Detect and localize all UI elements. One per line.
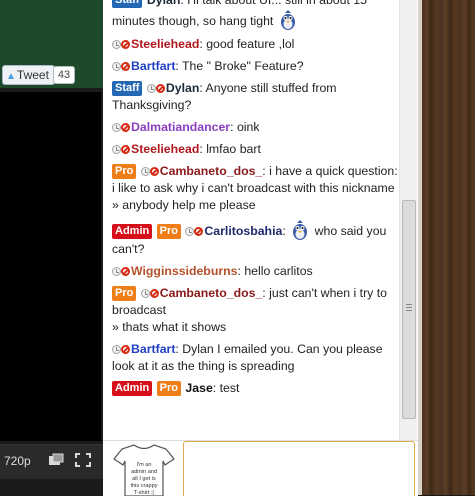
chat-username[interactable]: Steeliehead	[131, 142, 199, 156]
admin-badge: Admin	[112, 381, 153, 396]
chat-messages: Staff Dylan: Hi talk about UI... still i…	[112, 0, 399, 402]
clock-icon[interactable]	[112, 267, 121, 276]
ban-icon[interactable]	[149, 167, 159, 176]
ban-icon[interactable]	[121, 345, 130, 354]
chat-username[interactable]: Bartfart	[131, 342, 175, 356]
chat-username[interactable]: Dylan	[166, 81, 200, 95]
chat-message: Admin Pro Carlitosbahia: who said you ca…	[112, 219, 399, 258]
chat-username[interactable]: Carlitosbahia	[204, 224, 282, 238]
chat-message: Staff Dylan: Hi talk about UI... still i…	[112, 0, 399, 31]
player-controls: 720p	[0, 444, 103, 479]
video-player[interactable]	[0, 92, 101, 441]
chat-message: Bartfart: Dylan I emailed you. Can you p…	[112, 342, 383, 373]
clock-icon[interactable]	[140, 167, 150, 176]
chat-message: Dalmatiandancer: oink	[112, 119, 399, 136]
chat-username[interactable]: Cambaneto_dos_	[160, 164, 263, 178]
chat-message: Admin Pro Jase: test	[112, 380, 399, 397]
staff-badge: Staff	[112, 0, 143, 8]
ban-icon[interactable]	[121, 145, 130, 154]
twitter-bird-icon: ▲	[6, 71, 16, 82]
scrollbar-thumb[interactable]	[402, 200, 416, 419]
clock-icon[interactable]	[140, 289, 150, 298]
clock-icon[interactable]	[112, 345, 121, 354]
quality-selector[interactable]: 720p	[4, 454, 31, 468]
chat-followup: » anybody help me please	[112, 198, 256, 212]
chat-username[interactable]: Dylan	[147, 0, 181, 7]
chat-text: The " Broke" Feature?	[182, 59, 304, 73]
chat-message: Steeliehead: good feature ,lol	[112, 36, 399, 53]
popout-icon[interactable]	[48, 453, 64, 467]
tshirt-icon: I'm an admin and all I get is this crapp…	[113, 444, 175, 496]
svg-text:admin and: admin and	[131, 469, 157, 475]
ban-icon[interactable]	[121, 40, 130, 49]
chat-username[interactable]: Wigginssideburns	[131, 264, 237, 278]
ban-icon[interactable]	[121, 267, 130, 276]
svg-text:all I get is: all I get is	[132, 476, 156, 482]
svg-text:I'm an: I'm an	[136, 462, 151, 468]
pro-badge: Pro	[112, 164, 137, 179]
ban-icon[interactable]	[149, 289, 159, 298]
chat-message: Bartfart: The " Broke" Feature?	[112, 58, 399, 75]
chat-text: test	[219, 381, 240, 395]
pro-badge: Pro	[156, 381, 181, 396]
pro-badge: Pro	[112, 286, 137, 301]
clock-icon[interactable]	[146, 84, 156, 93]
chat-username[interactable]: Steeliehead	[131, 37, 199, 51]
chat-text: Anyone still stuffed from Thanksgiving?	[112, 81, 337, 112]
tweet-button[interactable]: ▲Tweet	[2, 65, 55, 85]
clock-icon[interactable]	[185, 227, 195, 236]
clock-icon[interactable]	[112, 62, 121, 71]
clock-icon[interactable]	[112, 40, 121, 49]
mascot-emote-icon	[293, 220, 308, 240]
chat-username[interactable]: Jase	[185, 381, 212, 395]
ban-icon[interactable]	[155, 84, 165, 93]
ban-icon[interactable]	[121, 123, 130, 132]
chat-text: good feature ,lol	[206, 37, 295, 51]
admin-badge: Admin	[112, 224, 153, 239]
page-bg	[0, 479, 103, 495]
chat-message: Pro Cambaneto_dos_: just can't when i tr…	[112, 285, 399, 336]
chat-text: lmfao bart	[206, 142, 261, 156]
chat-username[interactable]: Cambaneto_dos_	[160, 286, 263, 300]
clock-icon[interactable]	[112, 145, 121, 154]
chat-input[interactable]	[183, 441, 415, 496]
chat-message: Pro Cambaneto_dos_: i have a quick quest…	[112, 164, 398, 212]
clock-icon[interactable]	[112, 123, 121, 132]
ban-icon[interactable]	[121, 62, 130, 71]
chat-log: Staff Dylan: Hi talk about UI... still i…	[103, 0, 422, 440]
mascot-emote-icon	[280, 10, 295, 30]
wood-background	[422, 0, 475, 495]
svg-text:this crappy: this crappy	[130, 483, 157, 489]
ban-icon[interactable]	[194, 227, 204, 236]
chat-followup: » thats what it shows	[112, 320, 227, 334]
chat-text: hello carlitos	[244, 264, 313, 278]
pro-badge: Pro	[156, 224, 181, 239]
tweet-label: Tweet	[16, 68, 49, 82]
staff-badge: Staff	[112, 81, 143, 96]
scrollbar-grip	[406, 304, 412, 305]
tweet-count: 43	[53, 66, 75, 84]
fullscreen-icon[interactable]	[75, 453, 91, 467]
svg-text:T-shirt :(: T-shirt :(	[134, 490, 155, 496]
chat-username[interactable]: Bartfart	[131, 59, 175, 73]
chat-username[interactable]: Dalmatiandancer	[131, 120, 230, 134]
chat-message: Steeliehead: lmfao bart	[112, 141, 399, 158]
chat-message: Wigginssideburns: hello carlitos	[112, 263, 399, 280]
chat-input-area: I'm an admin and all I get is this crapp…	[103, 440, 418, 496]
chat-message: Staff Dylan: Anyone still stuffed from T…	[112, 81, 337, 112]
chat-text: oink	[236, 120, 260, 134]
